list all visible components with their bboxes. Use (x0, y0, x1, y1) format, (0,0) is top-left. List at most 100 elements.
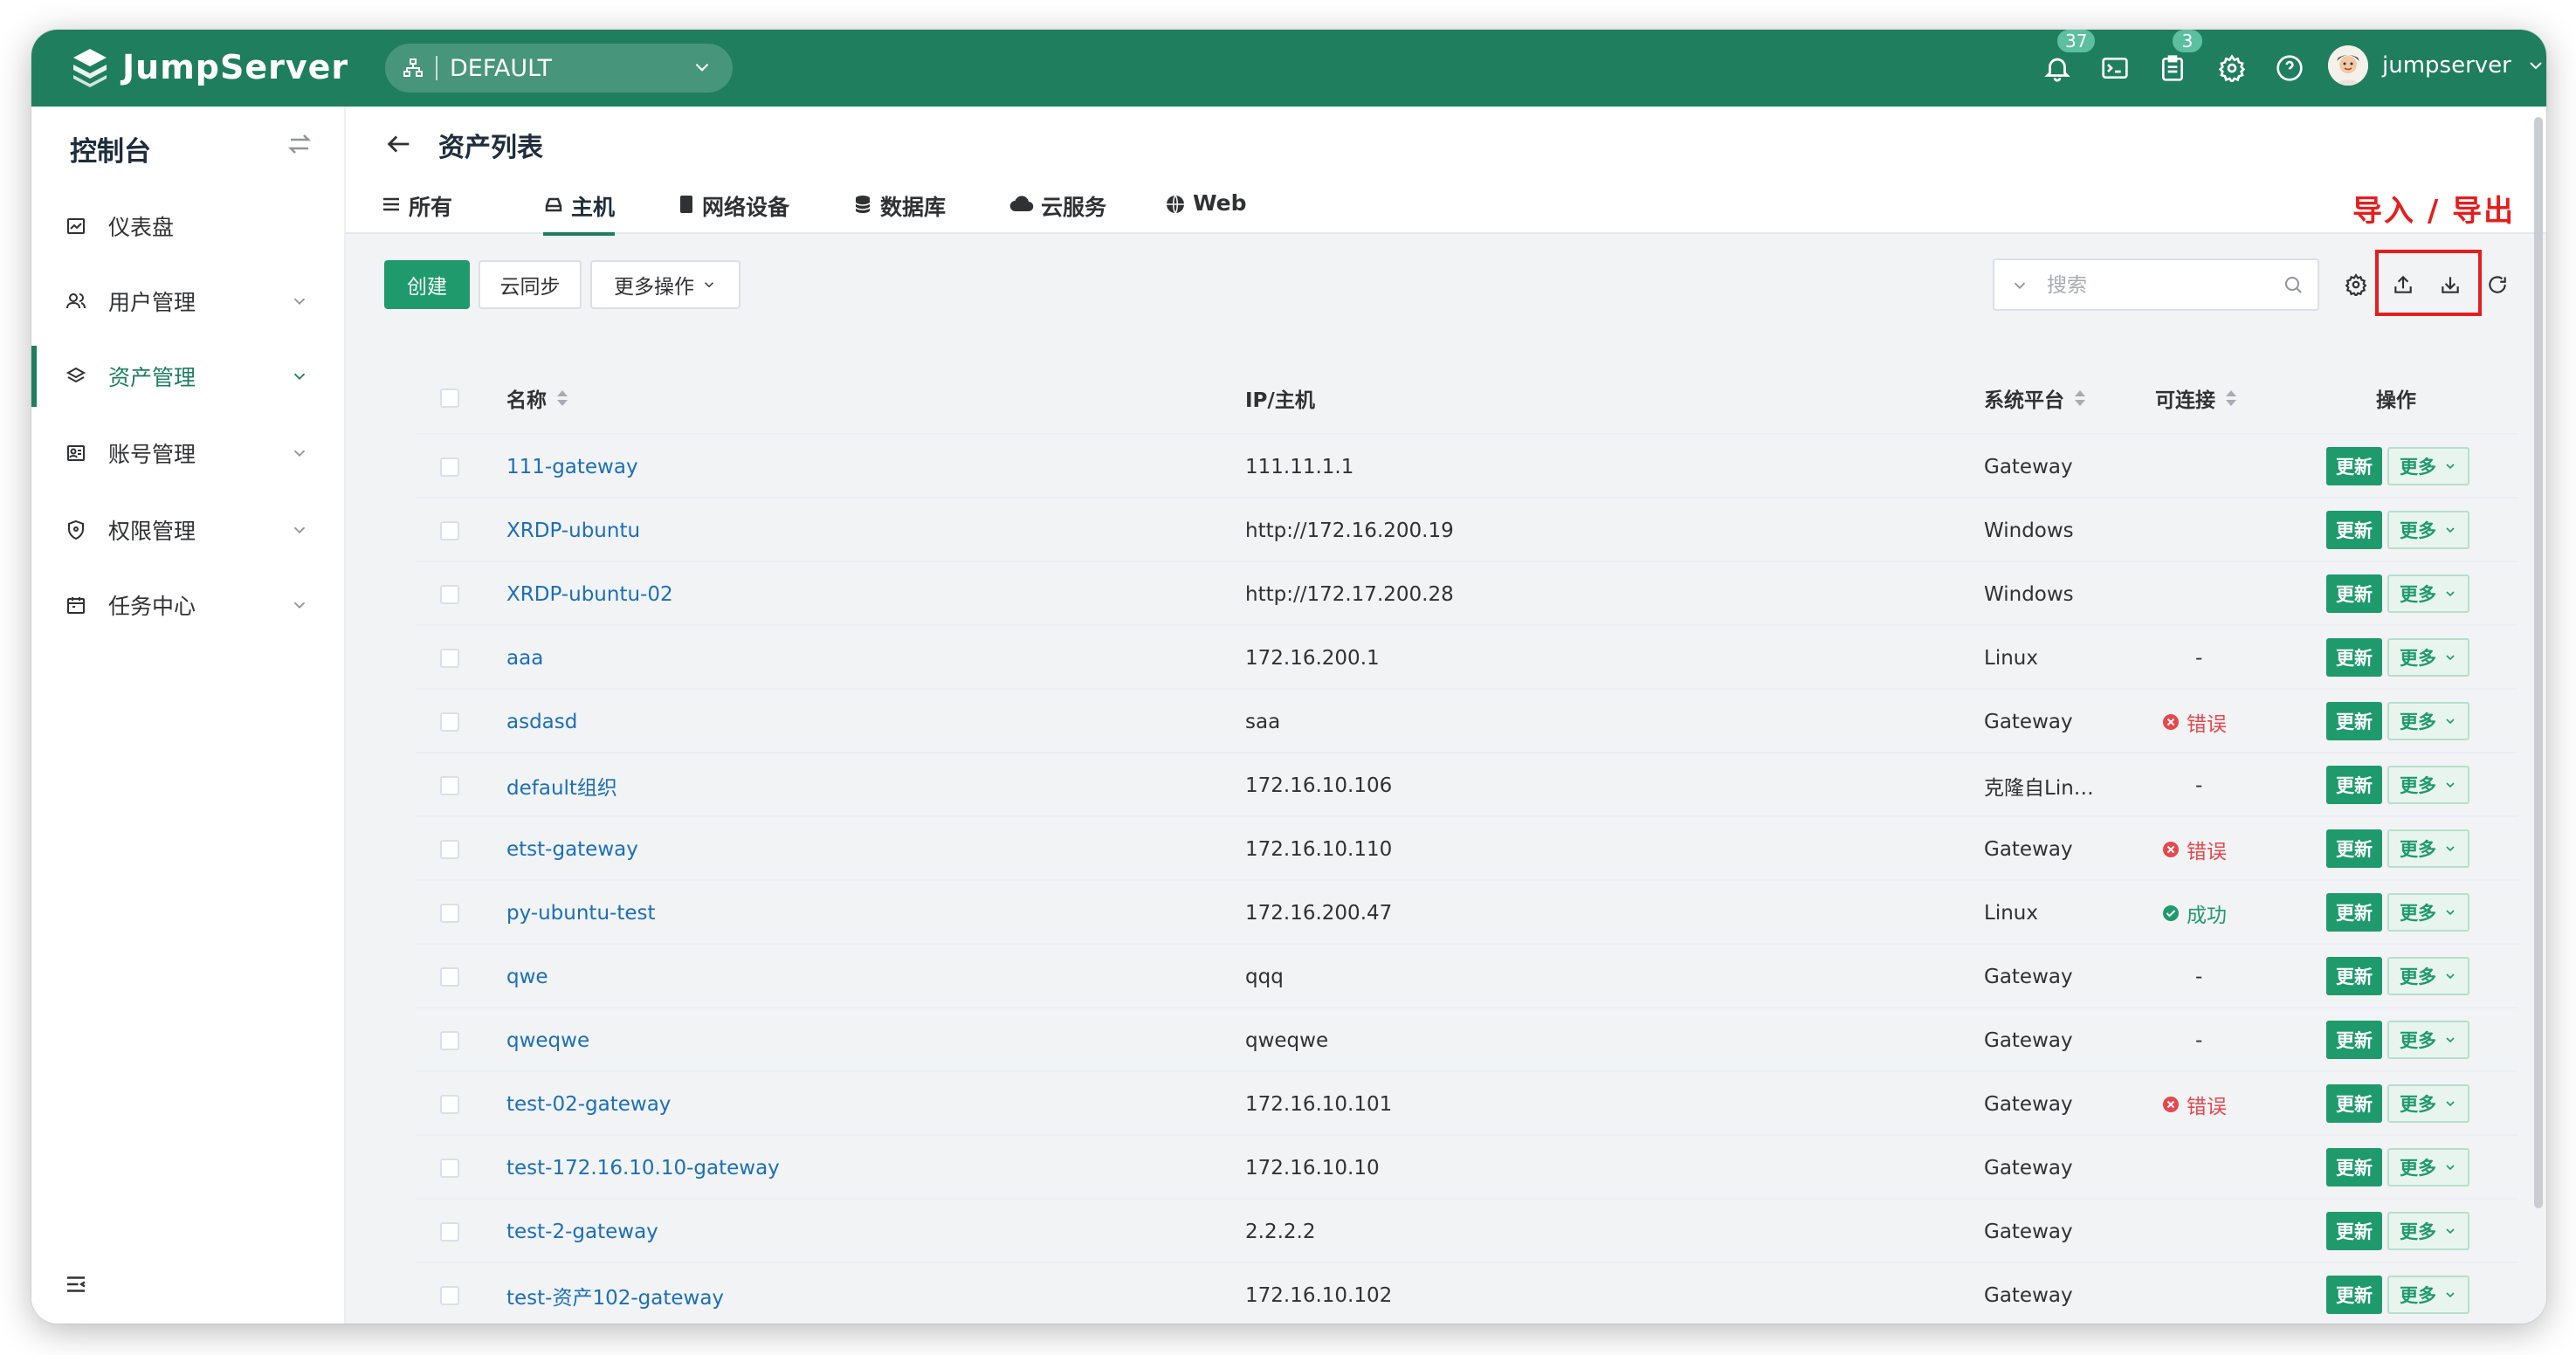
help-button[interactable] (2272, 51, 2307, 86)
tab-database[interactable]: 数据库 (852, 190, 946, 234)
settings-button[interactable] (2214, 51, 2249, 86)
error-circle-icon (2163, 1096, 2179, 1112)
tab-network-devices[interactable]: 网络设备 (678, 190, 789, 234)
row-checkbox[interactable] (440, 967, 459, 987)
row-checkbox[interactable] (440, 457, 459, 477)
more-button[interactable]: 更多 (2387, 1021, 2469, 1059)
asset-name-link[interactable]: asdasd (506, 690, 577, 753)
row-checkbox[interactable] (440, 1286, 459, 1305)
asset-name-link[interactable]: qwe (506, 945, 548, 1008)
user-menu[interactable]: jumpserver (2328, 45, 2546, 86)
more-button[interactable]: 更多 (2387, 447, 2469, 485)
update-button[interactable]: 更新 (2326, 1021, 2382, 1059)
row-checkbox[interactable] (440, 1031, 459, 1050)
row-checkbox[interactable] (440, 1095, 459, 1114)
more-button[interactable]: 更多 (2387, 1212, 2469, 1250)
refresh-button[interactable] (2483, 271, 2511, 299)
sidebar-item-accounts[interactable]: 账号管理 (31, 423, 344, 484)
asset-name-link[interactable]: test-资产102-gateway (506, 1263, 724, 1324)
column-header-name[interactable]: 名称 (506, 361, 569, 435)
asset-name-link[interactable]: 111-gateway (506, 435, 638, 499)
sidebar-item-users[interactable]: 用户管理 (31, 271, 344, 332)
view-switch-button[interactable] (286, 131, 313, 161)
row-checkbox[interactable] (440, 649, 459, 668)
row-checkbox[interactable] (440, 904, 459, 923)
sidebar-item-dashboard[interactable]: 仪表盘 (31, 196, 344, 257)
tab-web[interactable]: Web (1165, 190, 1247, 234)
row-checkbox[interactable] (440, 840, 459, 859)
more-button[interactable]: 更多 (2387, 702, 2469, 740)
update-button[interactable]: 更新 (2326, 1276, 2382, 1314)
row-checkbox[interactable] (440, 1159, 459, 1178)
terminal-button[interactable] (2097, 51, 2132, 86)
row-checkbox[interactable] (440, 712, 459, 732)
more-button[interactable]: 更多 (2387, 511, 2469, 549)
more-button[interactable]: 更多 (2387, 893, 2469, 932)
row-checkbox[interactable] (440, 521, 459, 540)
more-button[interactable]: 更多 (2387, 1084, 2469, 1123)
notification-button[interactable]: 37 (2040, 30, 2097, 86)
update-button[interactable]: 更新 (2326, 829, 2382, 868)
update-button[interactable]: 更新 (2326, 957, 2382, 995)
search-icon[interactable] (2283, 274, 2304, 295)
create-button[interactable]: 创建 (384, 260, 470, 309)
more-button[interactable]: 更多 (2387, 1276, 2469, 1314)
tab-host[interactable]: 主机 (543, 190, 616, 236)
brand-logo[interactable]: JumpServer (68, 45, 348, 89)
asset-name-link[interactable]: test-2-gateway (506, 1200, 658, 1263)
asset-ip: 172.16.10.101 (1245, 1092, 1393, 1116)
asset-name-link[interactable]: default组织 (506, 753, 617, 817)
back-button[interactable] (384, 129, 414, 162)
table-row: qwe qqq Gateway - 更新 更多 (416, 945, 2518, 1008)
gear-icon (2345, 273, 2367, 296)
asset-name-link[interactable]: qweqwe (506, 1008, 589, 1072)
more-actions-button[interactable]: 更多操作 (590, 260, 740, 309)
tickets-button[interactable]: 3 (2155, 30, 2204, 86)
update-button[interactable]: 更新 (2326, 893, 2382, 932)
asset-name-link[interactable]: XRDP-ubuntu-02 (506, 562, 673, 626)
sidebar-item-assets[interactable]: 资产管理 (31, 346, 344, 407)
asset-name-link[interactable]: aaa (506, 626, 543, 690)
update-button[interactable]: 更新 (2326, 1084, 2382, 1123)
update-button[interactable]: 更新 (2326, 766, 2382, 804)
more-button[interactable]: 更多 (2387, 766, 2469, 804)
asset-name-link[interactable]: test-02-gateway (506, 1072, 671, 1136)
org-selector[interactable]: DEFAULT (385, 44, 733, 93)
asset-name-link[interactable]: test-172.16.10.10-gateway (506, 1136, 780, 1200)
update-button[interactable]: 更新 (2326, 1212, 2382, 1250)
update-button[interactable]: 更新 (2326, 702, 2382, 740)
update-button[interactable]: 更新 (2326, 511, 2382, 549)
sidebar-item-tasks[interactable]: 任务中心 (31, 574, 344, 636)
cloud-sync-button[interactable]: 云同步 (479, 260, 582, 309)
more-button[interactable]: 更多 (2387, 1148, 2469, 1186)
asset-ip: http://172.17.200.28 (1245, 582, 1454, 606)
more-button[interactable]: 更多 (2387, 638, 2469, 677)
update-button[interactable]: 更新 (2326, 638, 2382, 677)
row-checkbox[interactable] (440, 1222, 459, 1242)
chevron-down-icon[interactable] (2010, 276, 2029, 295)
tab-cloud[interactable]: 云服务 (1009, 190, 1106, 234)
select-all-checkbox[interactable] (440, 389, 459, 408)
row-checkbox[interactable] (440, 776, 459, 795)
column-header-platform[interactable]: 系统平台 (1984, 361, 2087, 435)
more-button[interactable]: 更多 (2387, 957, 2469, 995)
org-name: DEFAULT (450, 54, 552, 82)
asset-name-link[interactable]: etst-gateway (506, 817, 638, 881)
update-button[interactable]: 更新 (2326, 1148, 2382, 1186)
collapse-sidebar-button[interactable] (63, 1271, 89, 1301)
chevron-down-icon (2446, 973, 2455, 980)
column-header-connectivity[interactable]: 可连接 (2155, 361, 2238, 435)
more-button[interactable]: 更多 (2387, 574, 2469, 613)
sidebar-item-permissions[interactable]: 权限管理 (31, 499, 344, 561)
asset-name-link[interactable]: XRDP-ubuntu (506, 499, 640, 562)
update-button[interactable]: 更新 (2326, 447, 2382, 485)
scrollbar[interactable] (2534, 117, 2543, 1208)
more-button[interactable]: 更多 (2387, 829, 2469, 868)
search-input[interactable] (2047, 271, 2274, 300)
column-settings-button[interactable] (2342, 271, 2370, 299)
update-button[interactable]: 更新 (2326, 574, 2382, 613)
tab-all[interactable]: 所有 (381, 190, 452, 234)
row-checkbox[interactable] (440, 585, 459, 604)
asset-name-link[interactable]: py-ubuntu-test (506, 881, 656, 945)
more-label: 更多 (2400, 1158, 2436, 1179)
